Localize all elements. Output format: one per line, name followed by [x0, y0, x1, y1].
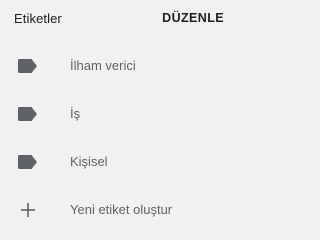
create-label-button[interactable]: Yeni etiket oluştur	[0, 190, 238, 230]
label-item-ilham-verici[interactable]: İlham verici	[0, 46, 238, 86]
label-item-kisisel[interactable]: Kişisel	[0, 142, 238, 182]
plus-icon	[17, 202, 39, 218]
labels-title: Etiketler	[14, 11, 62, 26]
labels-panel: Etiketler DÜZENLE İlham verici İş Kişise…	[0, 0, 238, 231]
label-name: Kişisel	[70, 154, 108, 169]
label-icon	[17, 154, 39, 170]
label-icon	[17, 106, 39, 122]
label-name: İlham verici	[70, 58, 136, 73]
create-label-text: Yeni etiket oluştur	[70, 202, 173, 217]
label-name: İş	[70, 106, 81, 121]
label-item-is[interactable]: İş	[0, 94, 238, 134]
labels-header: Etiketler DÜZENLE	[0, 0, 238, 36]
edit-labels-button[interactable]: DÜZENLE	[162, 11, 224, 25]
label-icon	[17, 58, 39, 74]
